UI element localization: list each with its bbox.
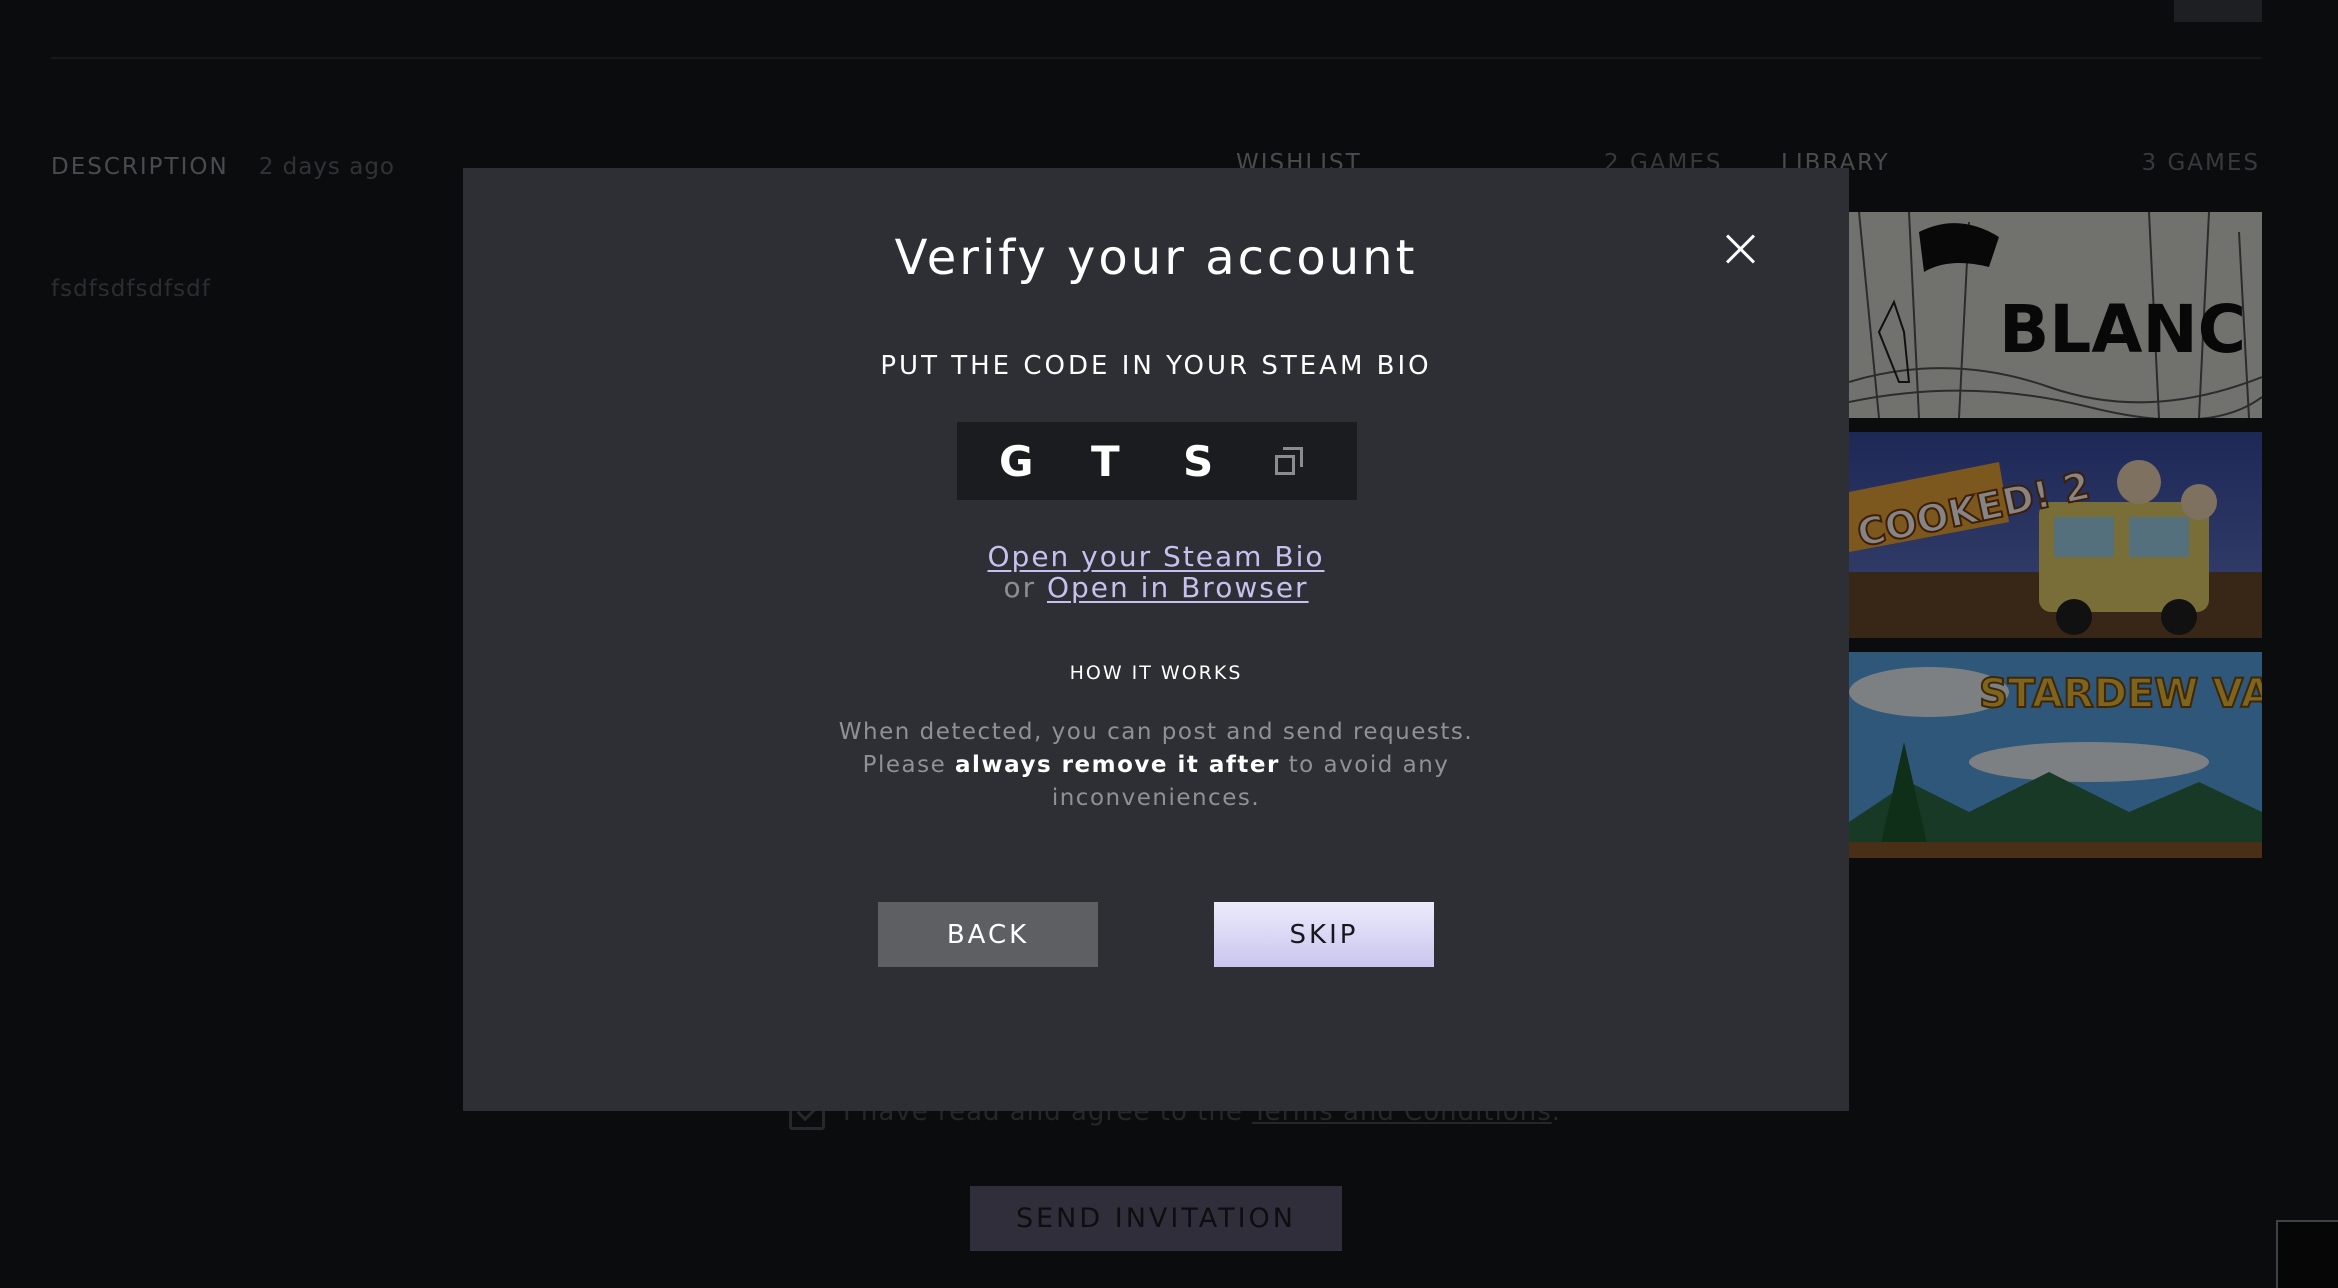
code-char: G <box>999 436 1034 486</box>
how-it-works-title: HOW IT WORKS <box>1069 662 1243 684</box>
modal-title: Verify your account <box>894 230 1418 286</box>
open-in-browser-link[interactable]: Open in Browser <box>1047 571 1309 604</box>
how-bold: always remove it after <box>955 752 1280 778</box>
modal-subtitle: PUT THE CODE IN YOUR STEAM BIO <box>880 351 1432 381</box>
how-it-works-text: When detected, you can post and send req… <box>806 716 1506 815</box>
copy-icon-back <box>1283 447 1303 467</box>
page: DESCRIPTION 2 days ago fsdfsdfsdfsdf WIS… <box>0 0 2338 1288</box>
verification-code-box: G T S <box>957 422 1357 500</box>
how-please: Please <box>862 752 956 778</box>
or-text: or <box>1003 571 1047 604</box>
open-bio-row: Open your Steam Bio <box>463 540 1849 573</box>
copy-icon[interactable] <box>1275 447 1303 475</box>
open-steam-bio-link[interactable]: Open your Steam Bio <box>988 540 1325 573</box>
code-char: T <box>1091 436 1120 486</box>
skip-button[interactable]: SKIP <box>1214 902 1434 967</box>
back-button[interactable]: BACK <box>878 902 1098 967</box>
verify-account-modal: Verify your account PUT THE CODE IN YOUR… <box>463 168 1849 1111</box>
open-browser-row: or Open in Browser <box>463 571 1849 604</box>
code-char: S <box>1183 436 1214 486</box>
how-line-1: When detected, you can post and send req… <box>838 719 1474 745</box>
